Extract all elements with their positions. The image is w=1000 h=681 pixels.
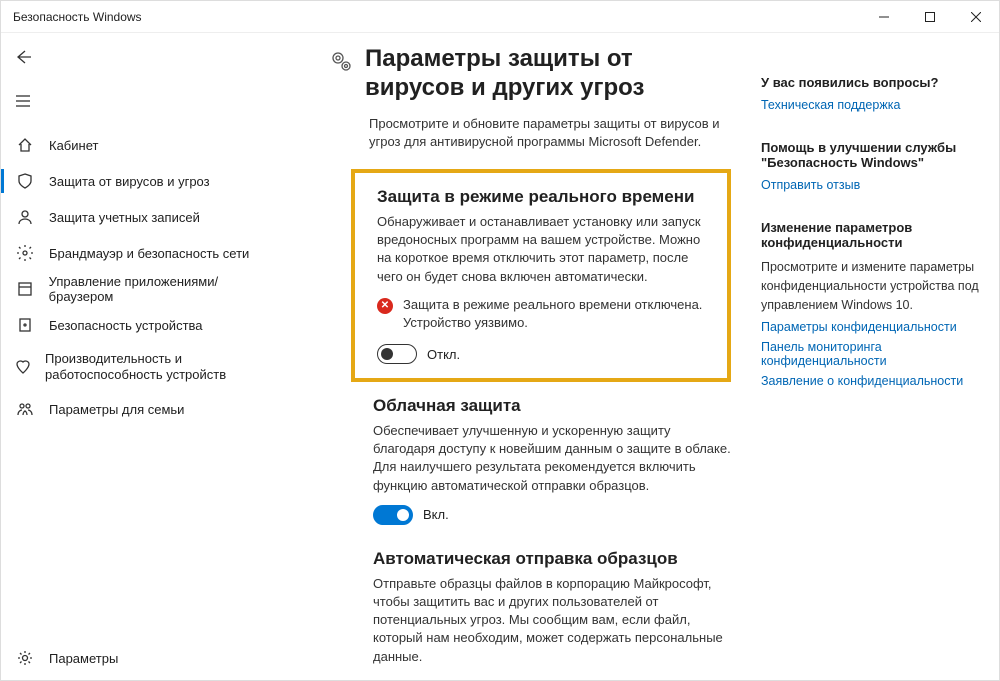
hamburger-button[interactable]	[1, 81, 45, 121]
section-body: Обеспечивает улучшенную и ускоренную защ…	[373, 422, 731, 495]
device-security-icon	[15, 317, 35, 333]
sidebar-item-account[interactable]: Защита учетных записей	[1, 199, 291, 235]
sample-submission-section: Автоматическая отправка образцов Отправь…	[373, 549, 731, 666]
realtime-protection-toggle[interactable]	[377, 344, 417, 364]
account-icon	[15, 209, 35, 225]
titlebar: Безопасность Windows	[1, 1, 999, 33]
minimize-button[interactable]	[861, 1, 907, 33]
page-title: Параметры защиты от вирусов и других угр…	[365, 45, 731, 103]
privacy-statement-link[interactable]: Заявление о конфиденциальности	[761, 374, 979, 388]
sidebar: Кабинет Защита от вирусов и угроз Защита…	[1, 33, 291, 680]
section-title: Облачная защита	[373, 396, 731, 416]
privacy-dashboard-link[interactable]: Панель мониторинга конфиденциальности	[761, 340, 979, 368]
maximize-button[interactable]	[907, 1, 953, 33]
sidebar-item-firewall[interactable]: Брандмауэр и безопасность сети	[1, 235, 291, 271]
firewall-icon	[15, 245, 35, 261]
error-icon	[377, 298, 393, 314]
feedback-link[interactable]: Отправить отзыв	[761, 178, 979, 192]
sidebar-item-label: Параметры для семьи	[49, 402, 184, 417]
sidebar-item-health[interactable]: Производительность и работоспособность у…	[1, 343, 291, 391]
window-controls	[861, 1, 999, 33]
section-title: Автоматическая отправка образцов	[373, 549, 731, 569]
realtime-protection-section: Защита в режиме реального времени Обнару…	[351, 169, 731, 382]
settings-gears-icon	[331, 51, 353, 76]
sidebar-item-family[interactable]: Параметры для семьи	[1, 391, 291, 427]
close-button[interactable]	[953, 1, 999, 33]
shield-icon	[15, 173, 35, 189]
window-title: Безопасность Windows	[13, 10, 861, 24]
sidebar-item-label: Производительность и работоспособность у…	[45, 351, 279, 382]
gear-icon	[15, 650, 35, 666]
panel-title: Помощь в улучшении службы "Безопасность …	[761, 140, 979, 170]
sidebar-item-virus[interactable]: Защита от вирусов и угроз	[1, 163, 291, 199]
panel-title: У вас появились вопросы?	[761, 75, 979, 90]
sidebar-item-settings[interactable]: Параметры	[1, 636, 291, 680]
sidebar-item-label: Параметры	[49, 651, 118, 666]
home-icon	[15, 137, 35, 153]
feedback-panel: Помощь в улучшении службы "Безопасность …	[761, 140, 979, 192]
cloud-protection-section: Облачная защита Обеспечивает улучшенную …	[373, 396, 731, 525]
realtime-alert: Защита в режиме реального времени отключ…	[377, 296, 709, 332]
panel-body: Просмотрите и измените параметры конфиде…	[761, 258, 979, 314]
support-link[interactable]: Техническая поддержка	[761, 98, 979, 112]
main-content: Параметры защиты от вирусов и других угр…	[291, 45, 731, 680]
section-title: Защита в режиме реального времени	[377, 187, 709, 207]
questions-panel: У вас появились вопросы? Техническая под…	[761, 75, 979, 112]
sidebar-item-label: Защита от вирусов и угроз	[49, 174, 210, 189]
cloud-protection-toggle[interactable]	[373, 505, 413, 525]
section-body: Отправьте образцы файлов в корпорацию Ма…	[373, 575, 731, 666]
alert-text: Защита в режиме реального времени отключ…	[403, 296, 709, 332]
sidebar-item-label: Управление приложениями/браузером	[49, 274, 279, 304]
sidebar-item-label: Защита учетных записей	[49, 210, 200, 225]
panel-title: Изменение параметров конфиденциальности	[761, 220, 979, 250]
privacy-settings-link[interactable]: Параметры конфиденциальности	[761, 320, 979, 334]
sidebar-item-device[interactable]: Безопасность устройства	[1, 307, 291, 343]
sidebar-item-home[interactable]: Кабинет	[1, 127, 291, 163]
sidebar-item-appbrowser[interactable]: Управление приложениями/браузером	[1, 271, 291, 307]
sidebar-item-label: Кабинет	[49, 138, 98, 153]
health-icon	[15, 359, 31, 375]
section-body: Обнаруживает и останавливает установку и…	[377, 213, 709, 286]
sidebar-item-label: Брандмауэр и безопасность сети	[49, 246, 249, 261]
page-subtitle: Просмотрите и обновите параметры защиты …	[369, 115, 731, 151]
back-button[interactable]	[1, 37, 45, 77]
privacy-panel: Изменение параметров конфиденциальности …	[761, 220, 979, 388]
sidebar-item-label: Безопасность устройства	[49, 318, 203, 333]
right-panel: У вас появились вопросы? Техническая под…	[731, 45, 979, 680]
app-control-icon	[15, 281, 35, 297]
toggle-label: Вкл.	[423, 507, 449, 522]
family-icon	[15, 401, 35, 417]
toggle-label: Откл.	[427, 347, 460, 362]
